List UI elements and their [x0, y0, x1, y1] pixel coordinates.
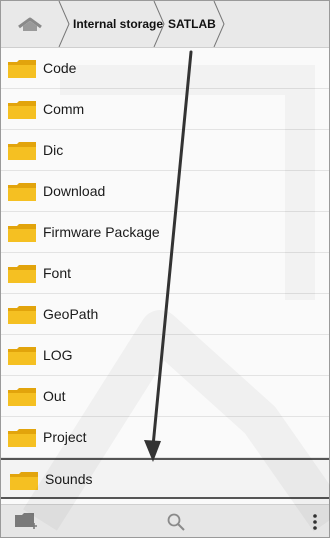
list-item-sounds[interactable]: Sounds: [1, 458, 329, 499]
folder-name: Sounds: [45, 470, 93, 487]
folder-icon: [8, 388, 36, 406]
list-item-firmware-package[interactable]: Firmware Package: [1, 212, 329, 253]
list-item-geopath[interactable]: GeoPath: [1, 294, 329, 335]
folder-name: Dic: [43, 142, 64, 158]
home-button[interactable]: [1, 1, 59, 47]
breadcrumb: Internal storage SATLAB: [1, 1, 329, 48]
folder-name: Download: [43, 183, 106, 199]
folder-name: Font: [43, 265, 72, 281]
more-icon: [313, 514, 317, 530]
list-item-download[interactable]: Download: [1, 171, 329, 212]
folder-list: Code Comm Dic Download Firmware Package …: [1, 48, 329, 499]
folder-icon: [8, 183, 36, 201]
list-item-font[interactable]: Font: [1, 253, 329, 294]
breadcrumb-separator-icon: [153, 1, 165, 47]
breadcrumb-item-internal-storage[interactable]: Internal storage: [73, 1, 163, 47]
more-options-button[interactable]: [307, 511, 323, 533]
list-item-out[interactable]: Out: [1, 376, 329, 417]
search-button[interactable]: [164, 511, 188, 533]
new-folder-icon: [15, 513, 37, 529]
home-icon: [18, 17, 42, 31]
folder-icon: [8, 142, 36, 160]
file-browser-window: Internal storage SATLAB Code Comm Dic Do…: [0, 0, 330, 538]
breadcrumb-item-satlab[interactable]: SATLAB: [168, 1, 216, 47]
folder-icon: [8, 429, 36, 447]
folder-icon: [8, 224, 36, 242]
folder-name: Project: [43, 429, 87, 445]
folder-icon: [10, 472, 38, 490]
folder-icon: [8, 101, 36, 119]
folder-name: Code: [43, 60, 77, 76]
folder-icon: [8, 306, 36, 324]
folder-name: Out: [43, 388, 66, 404]
folder-name: LOG: [43, 347, 73, 363]
bottom-toolbar: [1, 504, 329, 537]
folder-icon: [8, 60, 36, 78]
list-item-log[interactable]: LOG: [1, 335, 329, 376]
list-item-comm[interactable]: Comm: [1, 89, 329, 130]
breadcrumb-separator-icon: [58, 1, 70, 47]
folder-icon: [8, 265, 36, 283]
search-icon: [167, 513, 185, 531]
breadcrumb-separator-icon: [213, 1, 225, 47]
folder-name: Firmware Package: [43, 224, 160, 240]
folder-name: Comm: [43, 101, 85, 117]
list-item-project[interactable]: Project: [1, 417, 329, 458]
list-item-dic[interactable]: Dic: [1, 130, 329, 171]
folder-name: GeoPath: [43, 306, 99, 322]
folder-icon: [8, 347, 36, 365]
new-folder-button[interactable]: [13, 511, 39, 533]
list-item-code[interactable]: Code: [1, 48, 329, 89]
